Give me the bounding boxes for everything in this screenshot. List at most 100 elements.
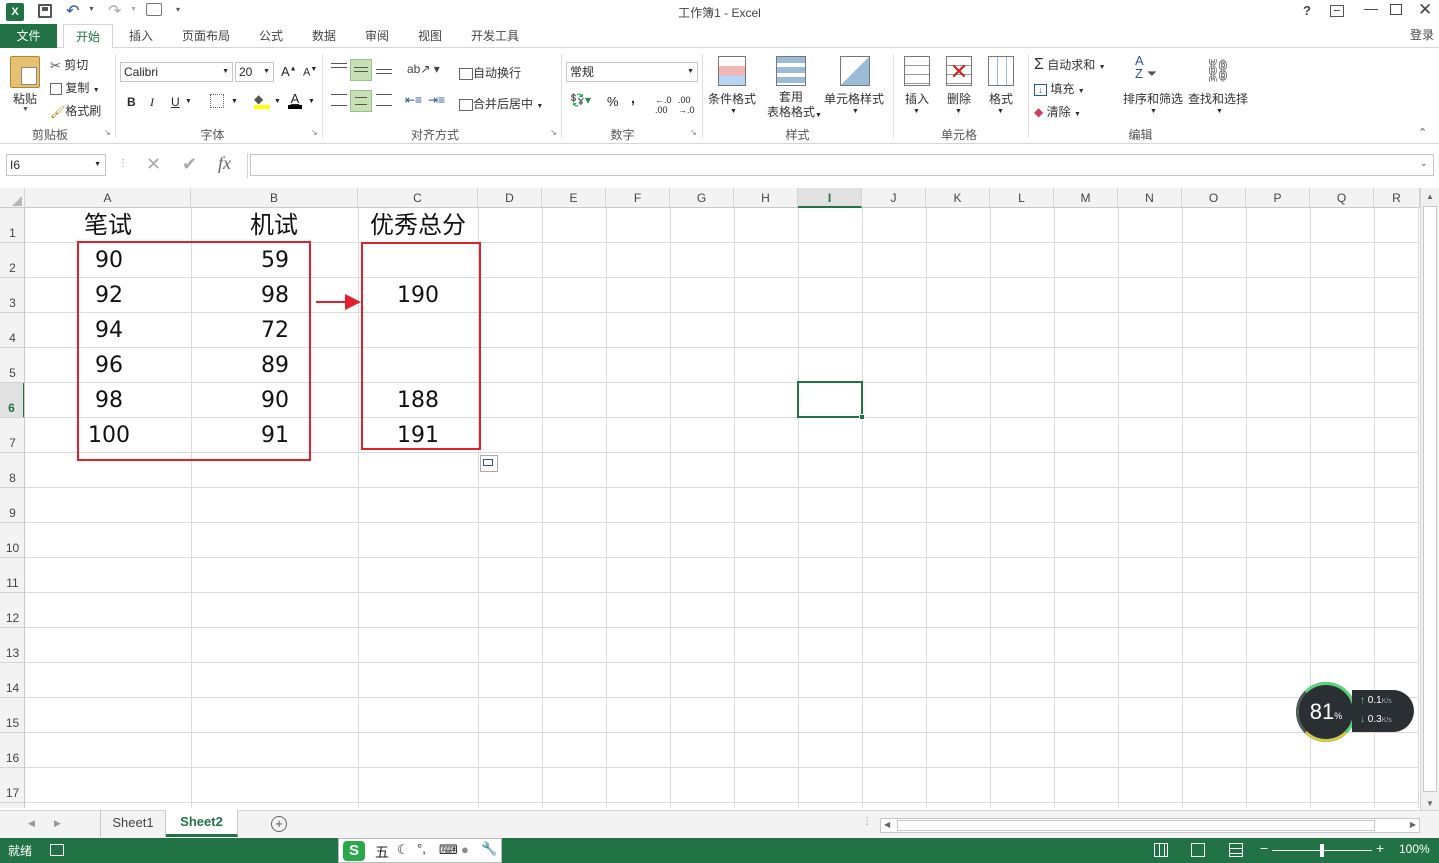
decrease-font-icon[interactable]: A▼ <box>303 66 317 79</box>
insert-dropdown-icon[interactable]: ▼ <box>913 108 920 115</box>
cell-styles-button[interactable]: 单元格样式 <box>822 90 886 107</box>
tab-file[interactable]: 文件 <box>0 24 57 48</box>
row-header[interactable]: 12 <box>0 593 24 628</box>
column-header[interactable]: O <box>1182 188 1246 208</box>
cell-C1[interactable]: 优秀总分 <box>358 208 478 243</box>
cell-B1[interactable]: 机试 <box>216 208 332 243</box>
column-header[interactable]: L <box>990 188 1054 208</box>
zoom-in-icon[interactable]: + <box>1376 840 1384 856</box>
column-header[interactable]: Q <box>1310 188 1374 208</box>
increase-font-icon[interactable]: A▲ <box>281 64 297 79</box>
insert-cells-icon[interactable] <box>904 56 930 86</box>
tab-developer[interactable]: 开发工具 <box>462 24 528 48</box>
column-header[interactable]: J <box>862 188 926 208</box>
collapse-ribbon-icon[interactable]: ⌃ <box>1418 126 1427 139</box>
tab-insert[interactable]: 插入 <box>118 24 164 48</box>
row-header[interactable]: 10 <box>0 523 24 558</box>
font-color-icon[interactable]: A <box>288 92 302 109</box>
clear-button[interactable]: ◆ 清除 ▼ <box>1034 103 1081 120</box>
expand-formula-bar-icon[interactable]: ⌄ <box>1420 158 1428 169</box>
conditional-formatting-button[interactable]: 条件格式 <box>706 90 758 107</box>
tab-view[interactable]: 视图 <box>407 24 453 48</box>
row-header[interactable]: 14 <box>0 663 24 698</box>
minimize-icon[interactable]: — <box>1364 0 1378 16</box>
align-right-icon[interactable] <box>376 94 392 106</box>
normal-view-icon[interactable] <box>1154 843 1168 857</box>
cancel-entry-icon[interactable]: ✕ <box>146 154 161 175</box>
tab-home[interactable]: 开始 <box>63 24 113 49</box>
column-header[interactable]: F <box>606 188 670 208</box>
borders-icon[interactable] <box>210 94 224 108</box>
cell-A1[interactable]: 笔试 <box>50 208 166 243</box>
column-header[interactable]: N <box>1118 188 1182 208</box>
restore-icon[interactable] <box>1390 4 1402 15</box>
conditional-dropdown-icon[interactable]: ▼ <box>730 108 737 115</box>
font-launcher-icon[interactable]: ↘ <box>311 128 318 137</box>
fill-color-dropdown-icon[interactable]: ▼ <box>274 98 281 105</box>
format-cells-button[interactable]: 格式 <box>984 90 1018 107</box>
tab-data[interactable]: 数据 <box>301 24 347 48</box>
row-header-selected[interactable]: 6 <box>0 383 24 418</box>
increase-indent-icon[interactable]: ⇥≡ <box>428 93 445 107</box>
delete-dropdown-icon[interactable]: ▼ <box>955 108 962 115</box>
sort-filter-icon[interactable]: AZ ⏷ <box>1135 54 1157 80</box>
column-header[interactable]: C <box>358 188 478 208</box>
paste-dropdown-icon[interactable]: ▼ <box>22 106 29 113</box>
punctuation-icon[interactable]: °, <box>417 841 426 856</box>
wrap-text-button[interactable]: 自动换行 <box>459 64 521 81</box>
scroll-right-icon[interactable]: ▶ <box>1410 820 1416 829</box>
sheet-tab-active[interactable]: Sheet2 <box>166 810 238 837</box>
alignment-launcher-icon[interactable]: ↘ <box>550 128 557 137</box>
keyboard-icon[interactable]: ⌨ <box>439 842 458 858</box>
decrease-decimal-icon[interactable]: .00 →.0 <box>678 95 695 115</box>
number-format-select[interactable]: 常规 ▼ <box>566 62 698 82</box>
column-header[interactable]: K <box>926 188 990 208</box>
formula-input[interactable] <box>250 154 1434 176</box>
align-top-icon[interactable] <box>331 62 347 76</box>
zoom-slider-thumb[interactable] <box>1320 844 1324 857</box>
row-header[interactable]: 11 <box>0 558 24 593</box>
help-button[interactable]: ? <box>1303 3 1311 18</box>
column-header[interactable]: R <box>1374 188 1420 208</box>
row-header[interactable]: 2 <box>0 243 24 278</box>
format-as-table-dropdown-icon[interactable]: ▼ <box>815 112 822 119</box>
row-header[interactable]: 9 <box>0 488 24 523</box>
tab-formulas[interactable]: 公式 <box>248 24 294 48</box>
confirm-entry-icon[interactable]: ✔ <box>182 154 197 175</box>
align-bottom-icon[interactable] <box>376 62 392 76</box>
add-sheet-icon[interactable]: + <box>271 816 287 832</box>
name-box[interactable]: I6 ▼ <box>6 154 106 176</box>
clipboard-launcher-icon[interactable]: ↘ <box>104 128 111 137</box>
column-header[interactable]: A <box>25 188 191 208</box>
ribbon-display-options-icon[interactable] <box>1330 5 1344 17</box>
zoom-level[interactable]: 100% <box>1399 842 1430 856</box>
ime-toolbar[interactable]: S 五 ☾ °, ⌨ ● 🔧 <box>338 838 502 863</box>
cell-styles-icon[interactable] <box>840 56 870 86</box>
delete-cells-button[interactable]: 删除 <box>942 90 976 107</box>
find-dropdown-icon[interactable]: ▼ <box>1216 108 1223 115</box>
sheet-tab[interactable]: Sheet1 <box>100 811 166 837</box>
column-header[interactable]: E <box>542 188 606 208</box>
user-icon[interactable]: ● <box>461 842 469 857</box>
page-layout-view-icon[interactable] <box>1191 843 1205 857</box>
row-header[interactable]: 15 <box>0 698 24 733</box>
sign-in-link[interactable]: 登录 <box>1404 23 1439 47</box>
network-widget-gauge[interactable]: 81% <box>1296 682 1356 742</box>
fill-color-icon[interactable]: ◆ <box>254 93 270 109</box>
hscroll-thumb[interactable] <box>897 820 1375 831</box>
column-header[interactable]: B <box>191 188 358 208</box>
row-header[interactable]: 7 <box>0 418 24 453</box>
cell-styles-dropdown-icon[interactable]: ▼ <box>852 108 859 115</box>
row-header[interactable]: 1 <box>0 208 24 243</box>
cut-button[interactable]: ✂ 剪切 <box>50 56 88 74</box>
row-header[interactable]: 5 <box>0 348 24 383</box>
insert-cells-button[interactable]: 插入 <box>900 90 934 107</box>
copy-button[interactable]: 复制 ▼ <box>50 79 100 96</box>
row-header[interactable]: 8 <box>0 453 24 488</box>
format-painter-button[interactable]: 🖌格式刷 <box>50 102 101 119</box>
format-cells-icon[interactable] <box>988 56 1014 86</box>
macro-record-icon[interactable] <box>50 844 64 856</box>
find-select-button[interactable]: 查找和选择 <box>1186 90 1250 107</box>
scroll-up-icon[interactable]: ▲ <box>1426 192 1434 201</box>
column-header[interactable]: P <box>1246 188 1310 208</box>
